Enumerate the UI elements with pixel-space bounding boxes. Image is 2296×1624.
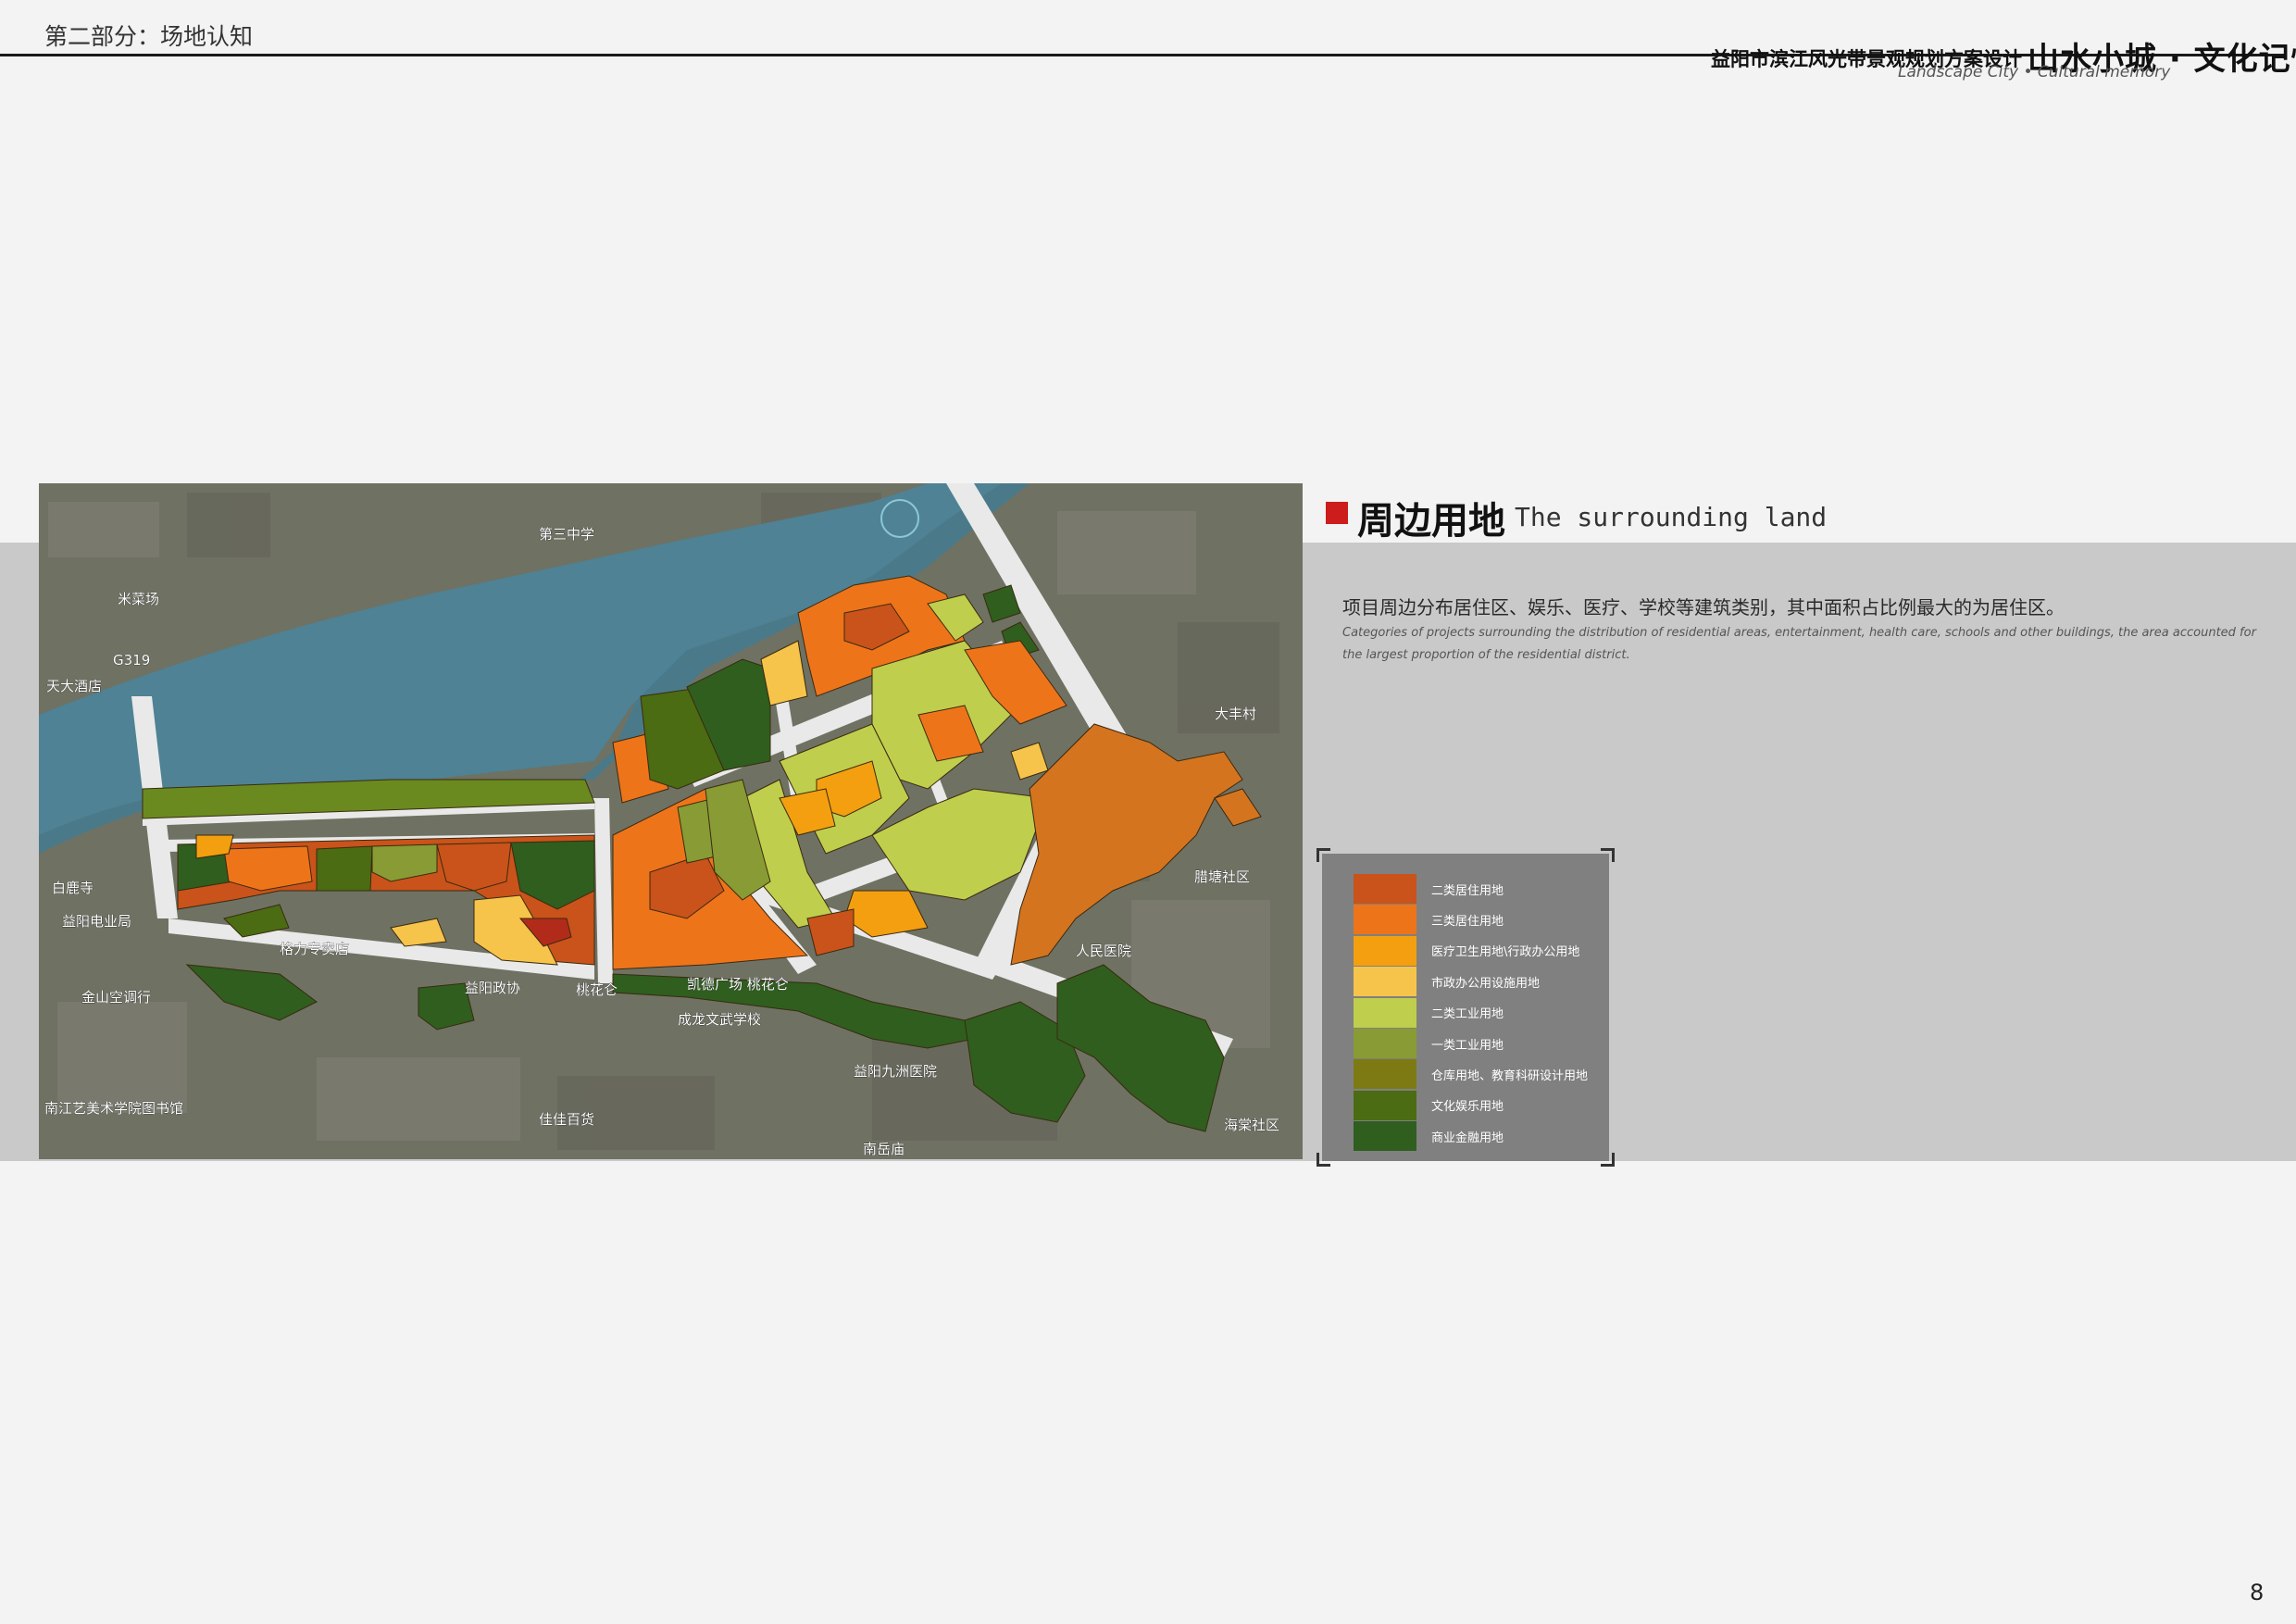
map-label: 腊塘社区 [1194, 868, 1250, 885]
legend-item: 一类工业用地 [1354, 1029, 1504, 1058]
map-label: 第三中学 [539, 526, 594, 543]
map-label: 大丰村 [1215, 706, 1256, 722]
description-cn: 项目周边分布居住区、娱乐、医疗、学校等建筑类别，其中面积占比例最大的为居住区。 [1342, 596, 2065, 618]
legend-swatch [1354, 1090, 1416, 1120]
legend-swatch [1354, 874, 1416, 904]
map-canvas: 米菜场 G319 天大酒店 白鹿寺 益阳电业局 金山空调行 南江艺美术学院图书馆… [39, 483, 1303, 1159]
legend-swatch [1354, 1059, 1416, 1090]
legend-corner [1316, 1153, 1330, 1167]
legend-swatch [1354, 905, 1416, 935]
slogan-en: Landscape City • Cultural memory [1898, 63, 2171, 81]
map-label: 益阳电业局 [62, 913, 131, 930]
legend-corner [1316, 848, 1330, 862]
legend-item: 三类居住用地 [1354, 905, 1504, 935]
land-use-map: 米菜场 G319 天大酒店 白鹿寺 益阳电业局 金山空调行 南江艺美术学院图书馆… [39, 483, 1303, 1159]
legend-item: 商业金融用地 [1354, 1121, 1504, 1152]
map-label: 米菜场 [118, 591, 159, 607]
legend-label: 三类居住用地 [1431, 914, 1504, 929]
map-label: 南江艺美术学院图书馆 [44, 1100, 183, 1117]
map-label: 益阳政协 [465, 980, 520, 996]
legend-item: 二类居住用地 [1354, 874, 1504, 904]
legend-swatch [1354, 935, 1416, 966]
map-label: 白鹿寺 [52, 880, 94, 896]
legend-item: 二类工业用地 [1354, 997, 1504, 1028]
map-label: G319 [113, 652, 150, 668]
map-label: 金山空调行 [81, 989, 151, 1006]
legend-swatch [1354, 997, 1416, 1028]
map-label: 凯德广场 桃花仑 [687, 976, 789, 993]
legend-item: 仓库用地、教育科研设计用地 [1354, 1059, 1589, 1090]
legend-label: 一类工业用地 [1431, 1038, 1504, 1053]
legend-label: 市政办公用设施用地 [1431, 976, 1541, 991]
description-en: Categories of projects surrounding the d… [1342, 626, 2256, 662]
legend-swatch [1354, 1029, 1416, 1058]
legend: 二类居住用地 三类居住用地医疗卫生用地\行政办公用地 市政办公用设施用地 二类工业用地… [1316, 848, 1615, 1167]
map-label: 天大酒店 [46, 678, 102, 694]
legend-label: 医疗卫生用地\行政办公用地 [1431, 945, 1580, 960]
map-label: 格力专卖店 [280, 941, 349, 957]
legend-item: 文化娱乐用地 [1354, 1090, 1504, 1120]
map-label: 人民医院 [1076, 943, 1131, 959]
legend-corner [1601, 1153, 1615, 1167]
legend-swatch [1354, 967, 1416, 997]
legend-label: 文化娱乐用地 [1431, 1100, 1504, 1115]
heading-cn: 周边用地 [1357, 500, 1505, 543]
map-label: 益阳九洲医院 [854, 1063, 937, 1080]
page-number: 8 [2250, 1580, 2265, 1605]
legend-label: 仓库用地、教育科研设计用地 [1431, 1068, 1589, 1083]
legend-label: 商业金融用地 [1431, 1131, 1504, 1145]
legend-item: 市政办公用设施用地 [1354, 967, 1541, 997]
legend-corner [1601, 848, 1615, 862]
legend-label: 二类居住用地 [1431, 883, 1504, 898]
heading-en: The surrounding land [1515, 502, 1828, 532]
legend-item: 医疗卫生用地\行政办公用地 [1354, 935, 1580, 966]
map-label: 佳佳百货 [539, 1111, 594, 1128]
legend-label: 二类工业用地 [1431, 1007, 1504, 1022]
map-label: 南岳庙 [863, 1141, 905, 1157]
map-label: 桃花仑 [576, 981, 618, 998]
legend-swatch [1354, 1121, 1416, 1152]
section-label: 第二部分：场地认知 [44, 23, 254, 50]
map-label: 成龙文武学校 [678, 1011, 761, 1028]
heading-marker [1326, 502, 1348, 524]
map-label: 海棠社区 [1224, 1117, 1279, 1133]
